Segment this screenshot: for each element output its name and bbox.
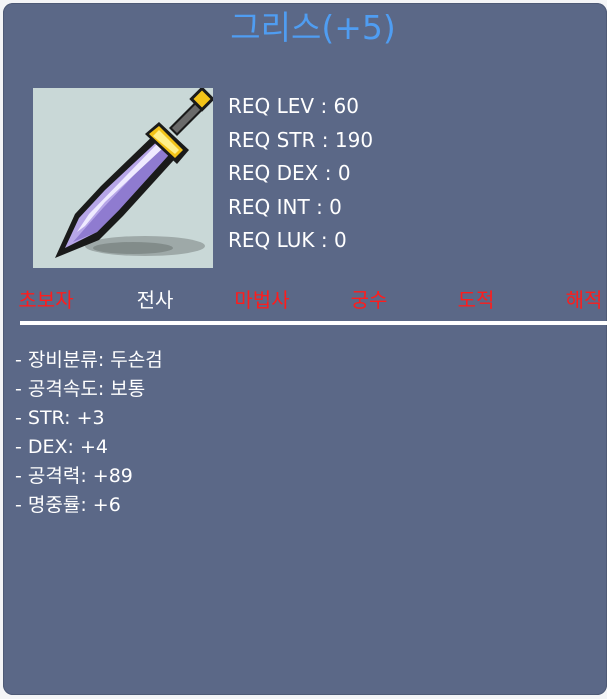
stat-attack: - 공격력: +89 <box>15 465 133 487</box>
job-pirate: 해적 <box>565 288 603 312</box>
req-str: REQ STR : 190 <box>228 127 374 152</box>
stat-category: - 장비분류: 두손검 <box>15 349 163 371</box>
job-archer: 궁수 <box>350 288 388 312</box>
req-level: REQ LEV : 60 <box>228 94 359 118</box>
requirements-list: REQ LEV : 60 REQ STR : 190 REQ DEX : 0 R… <box>228 90 373 258</box>
item-icon-frame <box>33 88 213 268</box>
item-name: 그리스(+5) <box>230 8 396 47</box>
divider <box>20 321 607 325</box>
req-int: REQ INT : 0 <box>228 194 342 219</box>
two-handed-sword-icon <box>55 88 213 258</box>
job-magician: 마법사 <box>234 288 290 312</box>
stat-dex: - DEX: +4 <box>15 436 108 458</box>
stat-str: - STR: +3 <box>15 407 105 429</box>
stat-accuracy: - 명중률: +6 <box>15 494 121 516</box>
item-stats: - 장비분류: 두손검 - 공격속도: 보통 - STR: +3 - DEX: … <box>15 346 163 520</box>
stat-attack-speed: - 공격속도: 보통 <box>15 378 146 400</box>
req-dex: REQ DEX : 0 <box>228 161 351 185</box>
job-warrior: 전사 <box>136 288 174 312</box>
req-luk: REQ LUK : 0 <box>228 228 347 252</box>
job-beginner: 초보자 <box>18 288 74 312</box>
job-requirements: 초보자 전사 마법사 궁수 도적 해적 <box>0 285 607 315</box>
job-thief: 도적 <box>457 288 495 312</box>
